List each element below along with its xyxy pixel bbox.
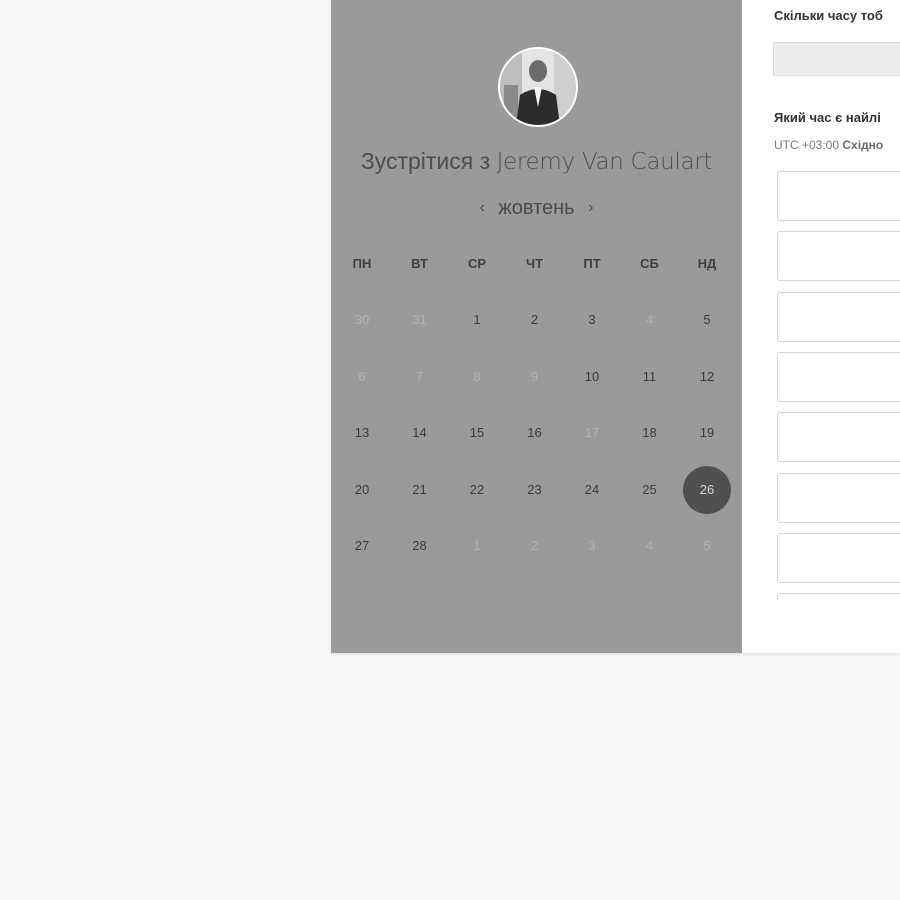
calendar-day: 4 — [645, 312, 654, 327]
calendar-day[interactable]: 3 — [568, 296, 616, 344]
calendar-day[interactable]: 24 — [568, 466, 616, 514]
weekday-label: СБ — [640, 256, 659, 271]
timezone-label[interactable]: UTC +03:00 Східно — [774, 138, 883, 152]
time-question: Який час є найлі — [774, 110, 881, 125]
calendar-day[interactable]: 18 — [626, 409, 674, 457]
month-label: жовтень — [498, 197, 575, 219]
calendar-day[interactable]: 21 — [396, 466, 444, 514]
calendar-day[interactable]: 22 — [453, 466, 501, 514]
host-photo-icon — [500, 49, 576, 125]
calendar-day: 5 — [703, 538, 711, 553]
calendar-day[interactable]: 20 — [338, 466, 386, 514]
weekday-label: СР — [467, 256, 487, 271]
time-slot-button[interactable] — [777, 412, 900, 463]
calendar-day: 17 — [584, 425, 600, 440]
calendar-day[interactable]: 16 — [511, 409, 559, 457]
calendar-day: 3 — [588, 538, 596, 553]
month-navigation: ‹ жовтень › — [331, 197, 742, 220]
time-slot-button[interactable] — [777, 593, 900, 600]
booking-panel: Скільки часу тоб Який час є найлі UTC +0… — [742, 0, 900, 653]
host-name: Jeremy Van Caulart — [496, 149, 713, 175]
calendar-day: 7 — [415, 368, 424, 384]
calendar-day[interactable]: 14 — [396, 409, 444, 457]
weekday-label: ПТ — [583, 256, 601, 271]
calendar-day-selected[interactable]: 26 — [683, 465, 731, 514]
calendar-day[interactable]: 25 — [626, 466, 674, 514]
calendar-day[interactable]: 15 — [453, 409, 501, 457]
next-month-icon[interactable]: › — [580, 199, 601, 217]
duration-select[interactable] — [773, 42, 900, 76]
calendar-day: 30 — [354, 312, 370, 327]
time-slot-list — [777, 170, 900, 600]
calendar-day[interactable]: 23 — [511, 466, 559, 514]
calendar-day[interactable]: 27 — [338, 522, 386, 570]
calendar-day[interactable]: 10 — [568, 353, 616, 401]
calendar-day[interactable]: 12 — [683, 353, 731, 401]
timezone-offset: UTC +03:00 — [774, 138, 840, 152]
calendar-day: 1 — [473, 538, 481, 553]
weekday-header: ПН ВТ СР ЧТ ПТ СБ НД — [335, 256, 737, 276]
weekday-label: ВТ — [411, 256, 428, 271]
calendar-day: 9 — [530, 368, 539, 384]
calendar-panel: Зустрітися з Jeremy Van Caulart ‹ жовтен… — [331, 0, 742, 653]
calendar-grid: 30 31 1 2 3 4 5 6 7 8 9 10 11 12 13 14 15 16 17 18 19 20 21 22 2… — [335, 296, 737, 576]
time-slot-button[interactable] — [777, 231, 900, 282]
calendar-day[interactable]: 13 — [338, 409, 386, 457]
weekday-label: НД — [697, 256, 717, 271]
weekday-label: ПН — [352, 256, 372, 271]
title-prefix: Зустрітися з — [360, 148, 497, 174]
calendar-day: 8 — [473, 368, 481, 384]
host-avatar — [498, 47, 578, 127]
scheduler-card: Зустрітися з Jeremy Van Caulart ‹ жовтен… — [331, 0, 900, 653]
duration-question: Скільки часу тоб — [774, 8, 883, 23]
timezone-name: Східно — [842, 138, 884, 152]
calendar-day[interactable]: 1 — [453, 296, 501, 344]
calendar-day: 2 — [530, 538, 539, 553]
weekday-label: ЧТ — [525, 256, 544, 271]
calendar-day: 31 — [412, 312, 427, 327]
time-slot-button[interactable] — [777, 532, 900, 583]
calendar-day[interactable]: 11 — [626, 353, 674, 401]
calendar-day: 6 — [358, 368, 366, 384]
time-slot-button[interactable] — [777, 171, 900, 221]
calendar-day[interactable]: 2 — [511, 296, 559, 344]
time-slot-button[interactable] — [777, 472, 900, 523]
meeting-title: Зустрітися з Jeremy Van Caulart — [331, 148, 742, 175]
calendar-day: 4 — [645, 538, 654, 553]
prev-month-icon[interactable]: ‹ — [472, 199, 493, 217]
calendar-day[interactable]: 5 — [683, 296, 731, 344]
calendar-day[interactable]: 28 — [396, 522, 444, 570]
calendar-day[interactable]: 19 — [683, 409, 731, 457]
time-slot-button[interactable] — [777, 291, 900, 342]
time-slot-button[interactable] — [777, 351, 900, 402]
